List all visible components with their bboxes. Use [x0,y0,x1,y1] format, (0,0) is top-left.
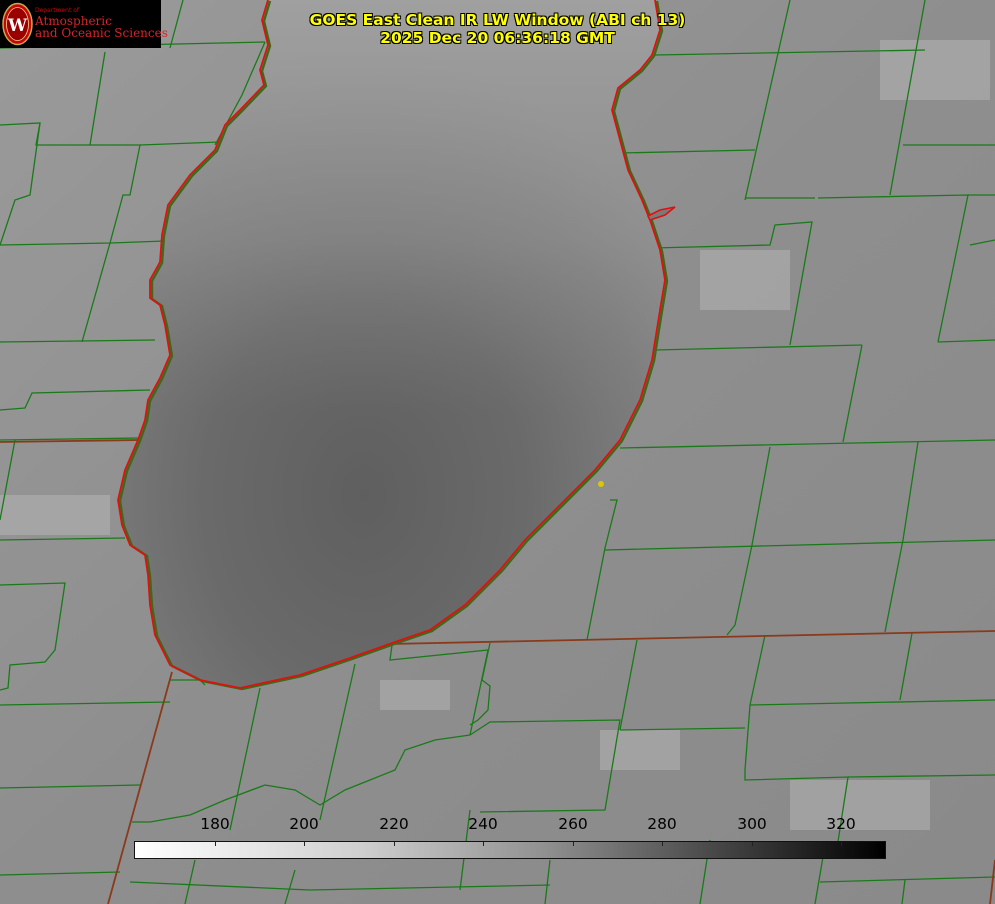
colorbar-tick-label: 280 [647,815,677,833]
temperature-colorbar [134,841,886,859]
colorbar-tick [752,842,753,846]
colorbar-tick-label: 300 [737,815,767,833]
title-timestamp: 2025 Dec 20 06:36:18 GMT [380,29,615,47]
colorbar-tick-label: 260 [558,815,588,833]
colorbar-tick [573,842,574,846]
colorbar-tick [304,842,305,846]
colorbar-tick-label: 200 [289,815,319,833]
title-product: GOES East Clean IR LW Window (ABI ch 13) [309,11,686,29]
colorbar-tick-label: 180 [200,815,230,833]
colorbar-tick-label: 320 [826,815,856,833]
colorbar-tick-label: 240 [468,815,498,833]
colorbar-tick [841,842,842,846]
satellite-ir-map [0,0,995,904]
colorbar-tick-label: 220 [379,815,409,833]
colorbar-tick [483,842,484,846]
colorbar-tick [662,842,663,846]
colorbar-tick [394,842,395,846]
colorbar-tick [215,842,216,846]
image-title: GOES East Clean IR LW Window (ABI ch 13)… [0,11,995,47]
station-marker [598,481,604,487]
